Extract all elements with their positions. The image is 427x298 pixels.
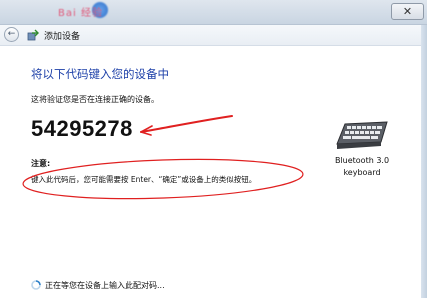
- annotation-arrow: [140, 115, 233, 133]
- close-button[interactable]: ✕: [391, 3, 424, 20]
- window-titlebar: Bai 经验 ✕: [0, 0, 427, 25]
- watermark-text: Bai 经验: [58, 8, 103, 19]
- window-right-edge: [421, 25, 427, 298]
- page-heading: 将以下代码键入您的设备中: [31, 67, 169, 81]
- loading-spinner-icon: [31, 280, 41, 290]
- annotation-arrowhead: [140, 125, 153, 136]
- status-text: 正在等您在设备上输入此配对码...: [45, 281, 165, 290]
- note-label: 注意:: [31, 159, 51, 168]
- pairing-code: 54295278: [31, 116, 133, 141]
- verify-text: 这将验证您是否在连接正确的设备。: [31, 95, 159, 104]
- device-type: keyboard: [343, 168, 381, 177]
- device-name: Bluetooth 3.0: [334, 156, 390, 165]
- navigation-bar: ← 添加设备: [0, 25, 427, 46]
- back-button[interactable]: ←: [4, 27, 19, 42]
- add-device-icon: [27, 29, 39, 41]
- window-title: 添加设备: [44, 32, 81, 42]
- wizard-content: 将以下代码键入您的设备中 这将验证您是否在连接正确的设备。 54295278 注…: [0, 46, 427, 298]
- keyboard-icon: [336, 121, 388, 149]
- note-text: 键入此代码后，您可能需要按 Enter、“确定”或设备上的类似按钮。: [31, 175, 257, 184]
